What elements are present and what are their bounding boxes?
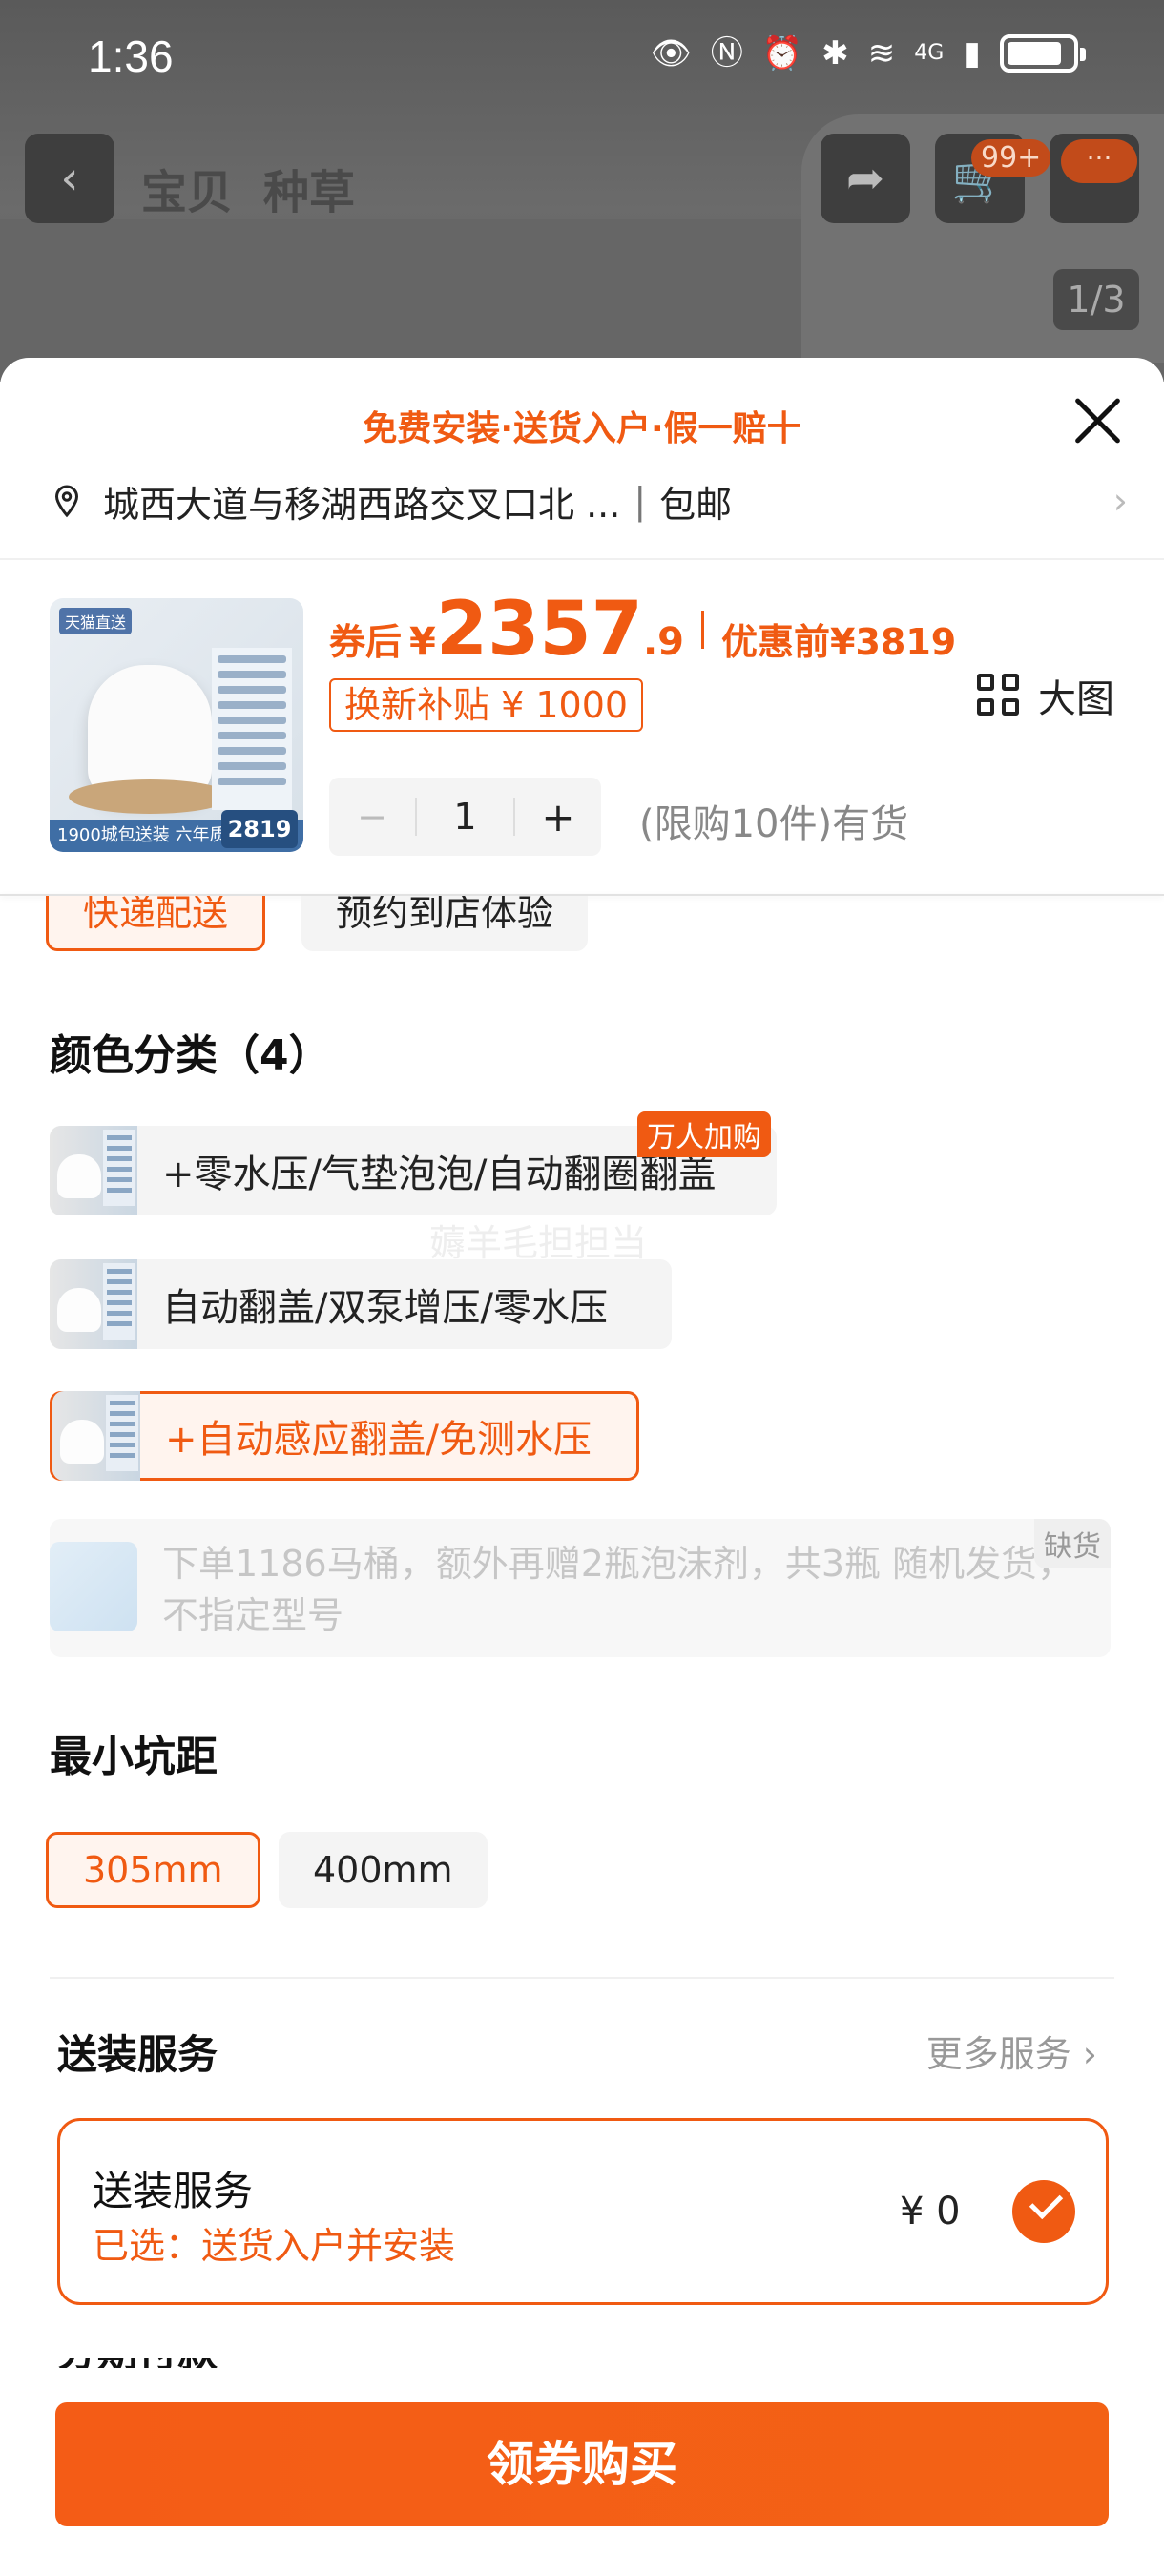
price-decimal: .9 — [642, 620, 684, 664]
grid-icon — [977, 674, 1021, 717]
quantity-increase-button[interactable]: + — [515, 794, 601, 841]
share-button[interactable]: ➦ — [821, 134, 910, 223]
color-option-label: +零水压/气垫泡泡/自动翻圈翻盖 — [162, 1153, 717, 1196]
price-label: 券后 — [329, 621, 403, 663]
stock-status: (限购10件)有货 — [639, 802, 909, 846]
size-section-title: 最小坑距 — [50, 1733, 218, 1781]
quantity-value[interactable]: 1 — [415, 798, 515, 836]
thumbnail-price: 2819 — [221, 810, 298, 848]
more-badge: ··· — [1061, 139, 1137, 183]
back-button[interactable]: ‹ — [25, 134, 114, 223]
delivery-option-store[interactable]: 预约到店体验 — [301, 896, 589, 951]
feature-panel — [212, 648, 292, 810]
delivery-options-row: 快递配送 预约到店体验 — [0, 896, 1164, 963]
color-option-label: 下单1186马桶，额外再赠2瓶泡沫剂，共3瓶 随机发货，不指定型号 — [162, 1543, 1074, 1636]
hot-tag: 万人加购 — [637, 1111, 771, 1157]
alarm-icon: ⏰ — [761, 34, 803, 73]
location-pin-icon — [54, 485, 79, 518]
status-bar: 1:36 👁 Ⓝ ⏰ ✱ ≋ 4G ▮ — [0, 0, 1164, 114]
status-time: 1:36 — [88, 31, 174, 81]
tab-zhongcao[interactable]: 种草 — [263, 155, 355, 221]
service-option-price: ¥ 0 — [900, 2190, 961, 2233]
network-label: 4G — [914, 41, 945, 65]
eye-icon: 👁 — [650, 34, 692, 73]
quantity-decrease-button[interactable]: − — [329, 796, 415, 838]
divider — [0, 558, 1164, 560]
service-option-card[interactable]: 送装服务 已选：送货入户并安装 ¥ 0 — [57, 2118, 1109, 2305]
toilet-base-image — [69, 779, 231, 814]
color-option-thumbnail — [52, 1391, 140, 1481]
tab-baobei[interactable]: 宝贝 — [141, 155, 233, 221]
color-option-thumbnail — [50, 1542, 137, 1631]
buy-button[interactable]: 领券购买 — [55, 2402, 1109, 2526]
size-option-305[interactable]: 305mm — [46, 1832, 260, 1908]
service-option-name: 送装服务 — [93, 2168, 254, 2214]
delivery-address-row[interactable]: 城西大道与移湖西路交叉口北 ... | 包邮 › — [50, 472, 1128, 530]
shipping-text: 包邮 — [659, 483, 733, 526]
bluetooth-icon: ✱ — [821, 34, 849, 73]
cart-badge: 99+ — [971, 139, 1051, 177]
sku-selection-sheet: 免费安装·送货入户·假一赔十 城西大道与移湖西路交叉口北 ... | 包邮 › … — [0, 358, 1164, 2576]
color-option-thumbnail — [50, 1259, 137, 1349]
address-separator: | — [634, 480, 647, 522]
signal-icon: ▮ — [963, 34, 981, 73]
color-option-2[interactable]: 自动翻盖/双泵增压/零水压 — [50, 1259, 672, 1349]
product-thumbnail[interactable]: 天猫直送 1900城包送装 六年质保 2819 — [50, 598, 303, 852]
more-services-label: 更多服务 — [925, 2033, 1071, 2075]
thumbnail-tag: 天猫直送 — [59, 608, 133, 634]
color-option-label: 自动翻盖/双泵增压/零水压 — [162, 1286, 608, 1330]
color-option-label: +自动感应翻盖/免测水压 — [165, 1418, 592, 1462]
color-option-out-of-stock[interactable]: 下单1186马桶，额外再赠2瓶泡沫剂，共3瓶 随机发货，不指定型号 缺货 — [50, 1519, 1111, 1657]
delivery-option-express[interactable]: 快递配送 — [46, 896, 266, 951]
nfc-icon: Ⓝ — [710, 34, 743, 73]
share-icon: ➦ — [845, 152, 885, 205]
divider — [50, 1977, 1114, 1979]
currency-symbol: ¥ — [409, 620, 436, 664]
original-price: ¥3819 — [830, 621, 957, 663]
price-integer: 2357 — [435, 587, 643, 673]
original-price-label: 优惠前 — [720, 621, 830, 663]
service-banner: 免费安装·送货入户·假一赔十 — [363, 409, 801, 448]
price-row: 券后 ¥ 2357 .9 优惠前 ¥3819 — [329, 587, 956, 673]
watermark-text: 薅羊毛担担当 — [429, 1222, 648, 1264]
wifi-icon: ≋ — [867, 34, 896, 73]
service-option-selected-text: 已选：送货入户并安装 — [93, 2225, 456, 2267]
chevron-left-icon: ‹ — [60, 152, 79, 205]
gallery-pager: 1/3 — [1053, 269, 1139, 330]
size-option-400[interactable]: 400mm — [279, 1832, 488, 1908]
more-services-link[interactable]: 更多服务 › — [926, 2025, 1097, 2077]
close-icon[interactable] — [1069, 392, 1126, 449]
color-option-thumbnail — [50, 1126, 137, 1215]
color-option-3[interactable]: +自动感应翻盖/免测水压 — [50, 1391, 639, 1481]
address-text: 城西大道与移湖西路交叉口北 ... — [103, 483, 621, 526]
check-icon[interactable] — [1012, 2180, 1075, 2243]
color-section-title: 颜色分类（4） — [50, 1031, 331, 1080]
battery-icon — [1000, 34, 1086, 73]
big-image-label: 大图 — [1038, 677, 1114, 721]
next-section-title-partial: 分期付款 — [57, 2358, 248, 2368]
chevron-right-icon: › — [1112, 480, 1128, 522]
quantity-stepper: − 1 + — [329, 778, 601, 856]
chevron-right-icon: › — [1082, 2033, 1097, 2075]
toilet-image — [88, 665, 212, 799]
price-separator — [700, 611, 704, 649]
out-of-stock-tag: 缺货 — [1034, 1519, 1111, 1568]
next-section-title: 分期付款 — [57, 2358, 248, 2368]
trade-in-subsidy-badge: 换新补贴 ¥ 1000 — [329, 678, 644, 732]
status-icons: 👁 Ⓝ ⏰ ✱ ≋ 4G ▮ — [650, 34, 1086, 73]
big-image-toggle[interactable]: 大图 — [977, 668, 1114, 723]
service-section-title: 送装服务 — [57, 2031, 218, 2078]
